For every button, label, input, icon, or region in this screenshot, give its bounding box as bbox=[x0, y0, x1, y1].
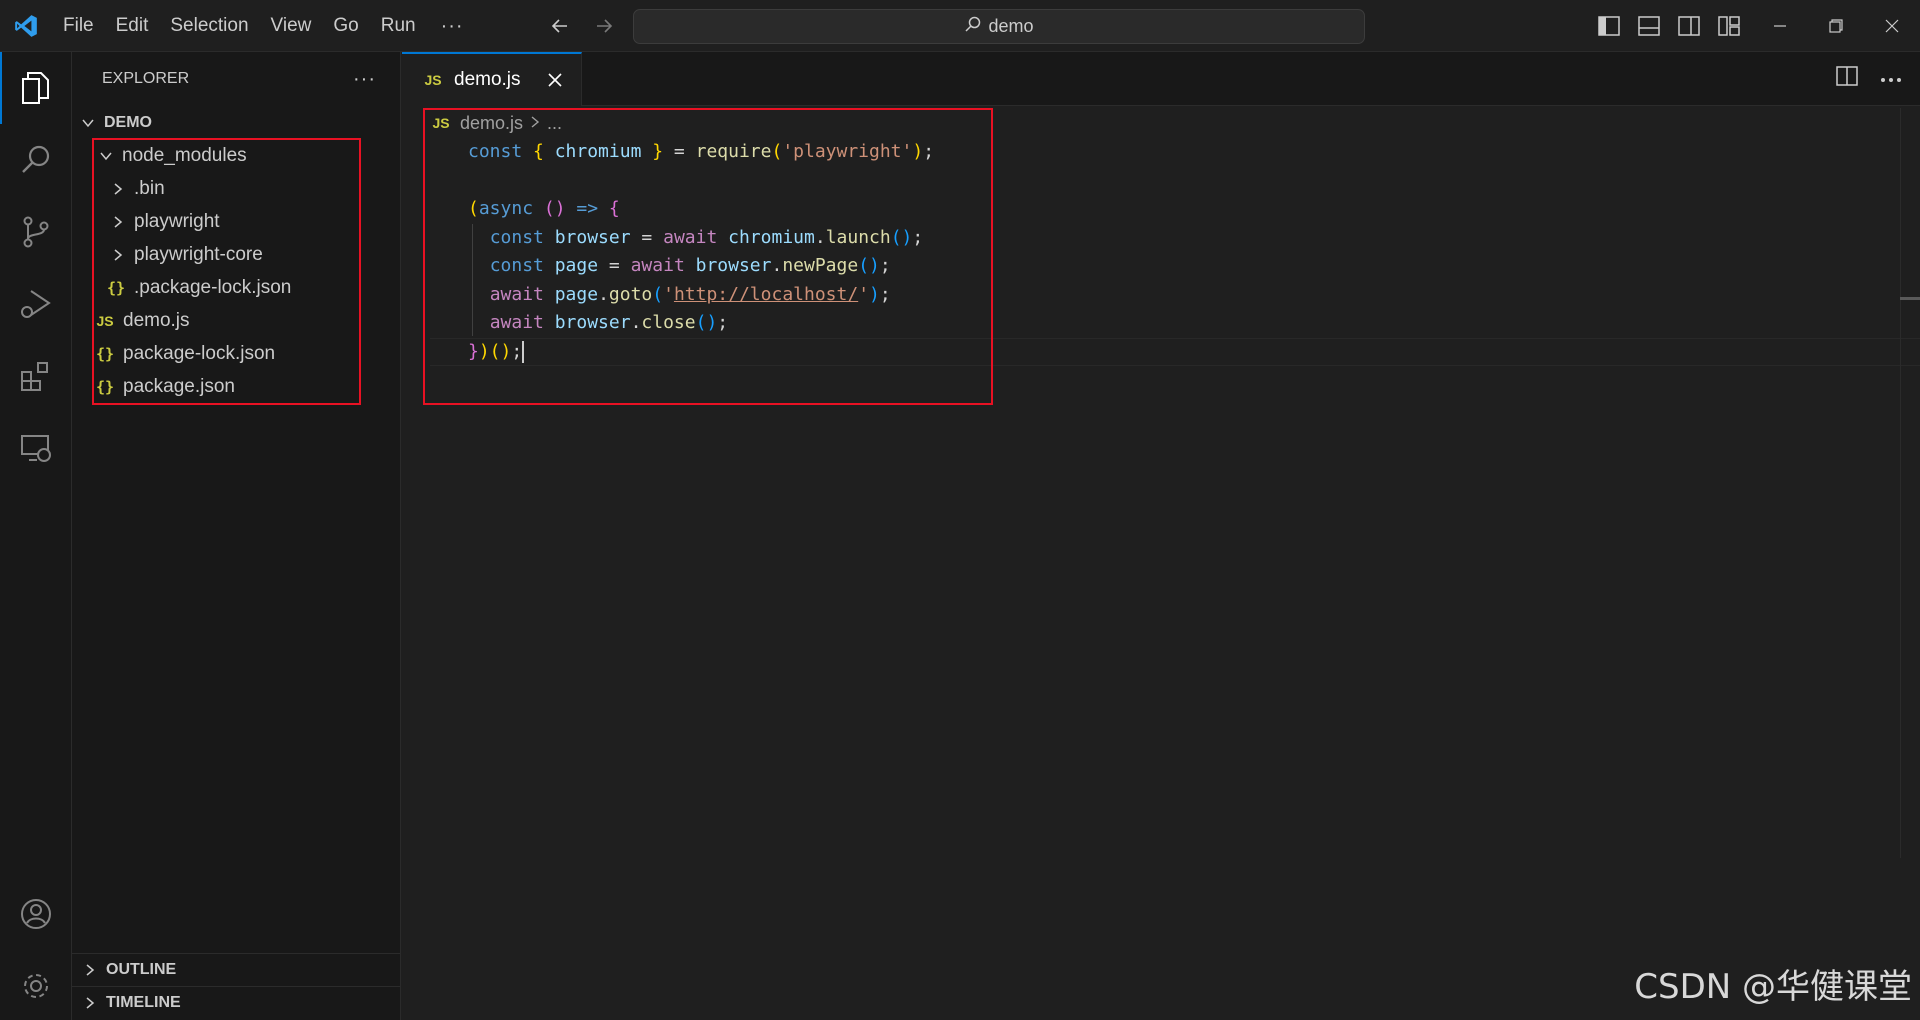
folder-root-demo[interactable]: DEMO bbox=[72, 106, 401, 139]
menu-view[interactable]: View bbox=[260, 0, 323, 52]
watermark-text: CSDN @华健课堂 bbox=[1634, 967, 1912, 1007]
title-bar: File Edit Selection View Go Run ··· demo bbox=[0, 0, 1920, 52]
toggle-panel-icon[interactable] bbox=[1636, 12, 1662, 40]
annotation-box-code bbox=[423, 108, 993, 405]
extensions-icon[interactable] bbox=[0, 340, 72, 412]
sidebar-title: EXPLORER bbox=[102, 70, 190, 87]
menu-more-button[interactable]: ··· bbox=[427, 0, 478, 52]
remote-explorer-icon[interactable] bbox=[0, 412, 72, 484]
accounts-icon[interactable] bbox=[0, 878, 72, 950]
menu-selection[interactable]: Selection bbox=[159, 0, 259, 52]
sidebar-more-button[interactable]: ··· bbox=[353, 68, 376, 91]
sidebar-header: EXPLORER ··· bbox=[72, 52, 400, 106]
explorer-icon[interactable] bbox=[0, 52, 72, 124]
editor-actions bbox=[1836, 66, 1902, 91]
restore-icon[interactable] bbox=[1808, 0, 1864, 52]
search-icon[interactable] bbox=[0, 124, 72, 196]
chevron-down-icon bbox=[78, 113, 98, 133]
chevron-right-icon bbox=[80, 993, 100, 1013]
run-and-debug-icon[interactable] bbox=[0, 268, 72, 340]
section-label: OUTLINE bbox=[106, 961, 177, 978]
tree-item-label: DEMO bbox=[104, 113, 152, 131]
split-editor-icon[interactable] bbox=[1836, 66, 1858, 91]
tab-label: demo.js bbox=[454, 69, 521, 90]
js-file-icon: JS bbox=[424, 72, 442, 88]
close-icon[interactable] bbox=[543, 68, 567, 92]
minimize-icon[interactable] bbox=[1752, 0, 1808, 52]
menu-go[interactable]: Go bbox=[322, 0, 369, 52]
back-arrow-icon[interactable] bbox=[548, 12, 572, 40]
customize-layout-icon[interactable] bbox=[1716, 12, 1742, 40]
command-center-text: demo bbox=[988, 16, 1034, 36]
vscode-logo-icon bbox=[0, 0, 52, 52]
activity-bar bbox=[0, 52, 72, 1020]
navigation-controls bbox=[548, 12, 616, 40]
more-actions-icon[interactable] bbox=[1880, 70, 1902, 88]
toggle-secondary-sidebar-icon[interactable] bbox=[1676, 12, 1702, 40]
section-label: TIMELINE bbox=[106, 994, 181, 1011]
editor-scrollbar[interactable] bbox=[1900, 108, 1920, 858]
forward-arrow-icon[interactable] bbox=[592, 12, 616, 40]
menu-run[interactable]: Run bbox=[370, 0, 427, 52]
scrollbar-cursor-marker bbox=[1900, 297, 1920, 300]
chevron-right-icon bbox=[80, 960, 100, 980]
timeline-section[interactable]: TIMELINE bbox=[72, 986, 401, 1019]
editor-tab-bar: JS demo.js bbox=[402, 52, 1920, 106]
menu-bar: File Edit Selection View Go Run ··· bbox=[52, 0, 478, 52]
source-control-icon[interactable] bbox=[0, 196, 72, 268]
annotation-box-file-tree bbox=[92, 138, 361, 405]
menu-edit[interactable]: Edit bbox=[105, 0, 160, 52]
outline-section[interactable]: OUTLINE bbox=[72, 953, 401, 986]
search-icon bbox=[964, 15, 982, 38]
command-center-search[interactable]: demo bbox=[633, 9, 1365, 44]
layout-controls bbox=[1596, 12, 1742, 40]
window-controls bbox=[1752, 0, 1920, 52]
menu-file[interactable]: File bbox=[52, 0, 105, 52]
manage-gear-icon[interactable] bbox=[0, 950, 72, 1020]
tab-demo-js[interactable]: JS demo.js bbox=[402, 52, 582, 106]
close-window-icon[interactable] bbox=[1864, 0, 1920, 52]
toggle-primary-sidebar-icon[interactable] bbox=[1596, 12, 1622, 40]
